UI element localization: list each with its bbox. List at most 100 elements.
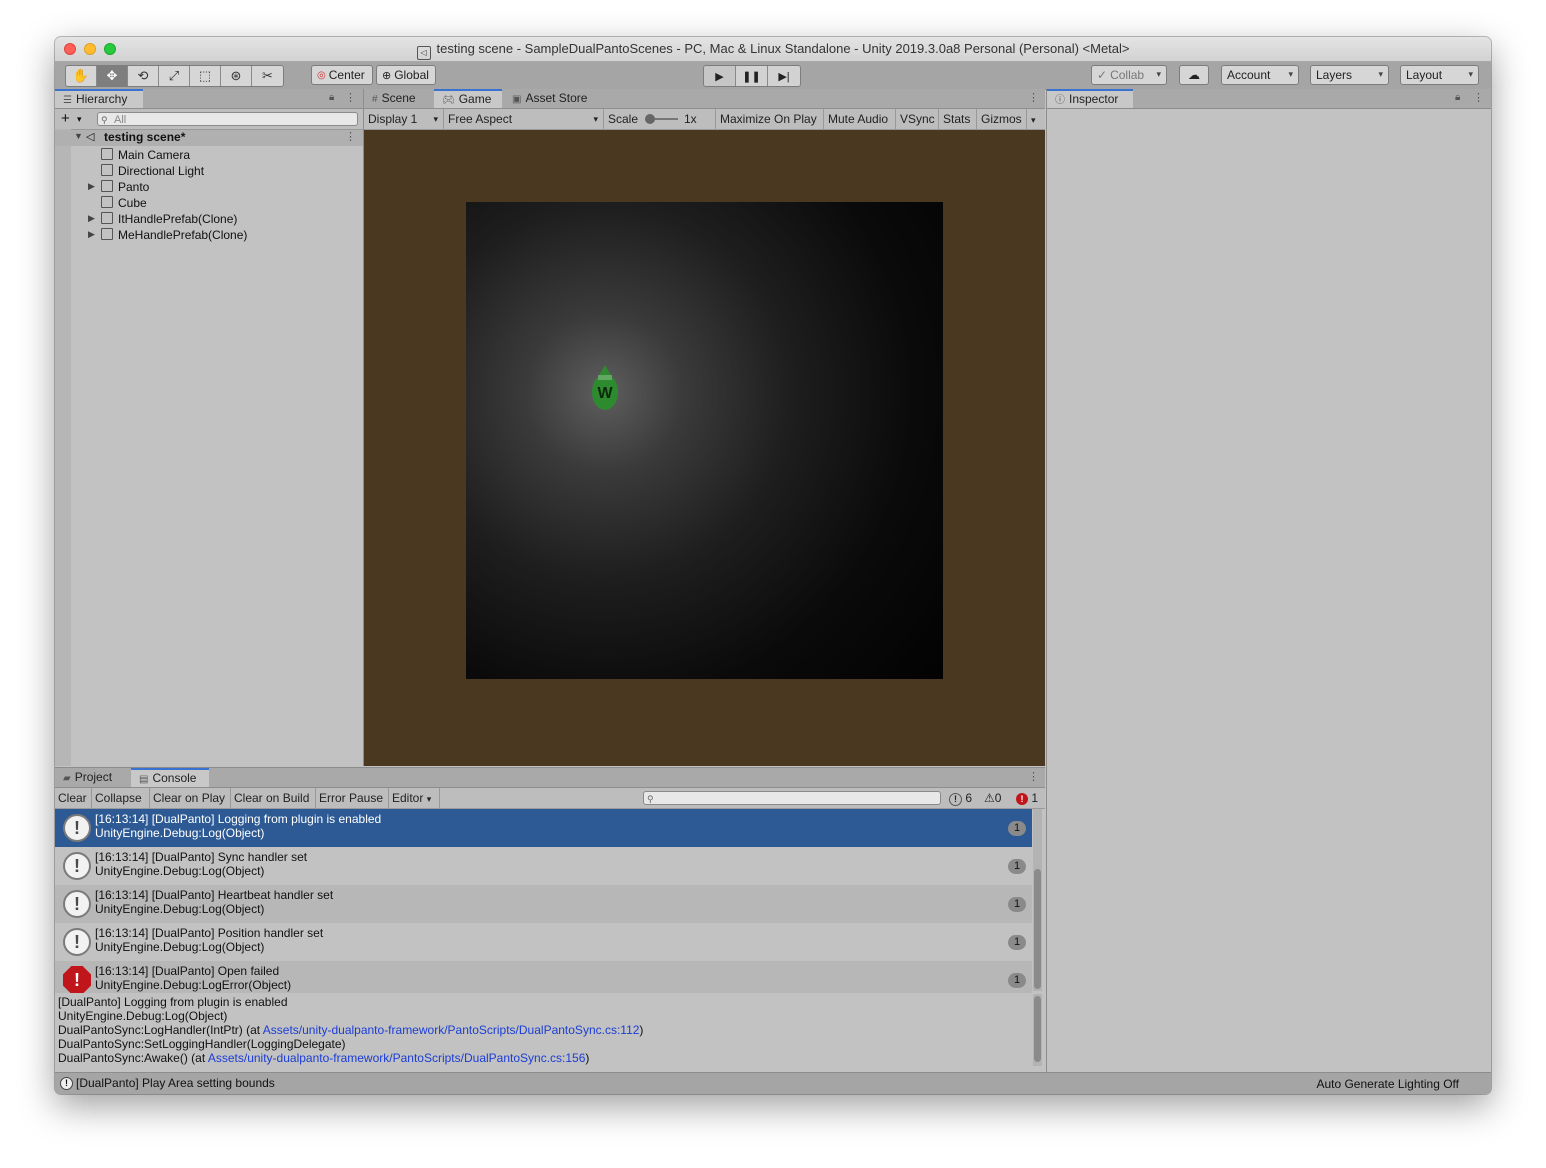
panel-menu-icon[interactable]: ⋮	[1028, 91, 1039, 104]
rotate-tool-icon[interactable]: ⟲	[128, 66, 159, 86]
custom-tool-icon[interactable]: ✂	[252, 66, 283, 86]
collapse-button[interactable]: Collapse	[92, 788, 150, 808]
mute-audio-toggle[interactable]: Mute Audio	[824, 109, 896, 129]
console-entry[interactable]: ! [16:13:14] [DualPanto] Logging from pl…	[55, 809, 1032, 847]
expand-triangle-icon[interactable]: ▶	[88, 181, 95, 192]
tab-game[interactable]: 🎮︎ Game	[434, 89, 502, 108]
minimize-window-button[interactable]	[84, 43, 96, 55]
move-tool-icon[interactable]: ✥	[97, 66, 128, 86]
scrollbar-thumb[interactable]	[1034, 869, 1041, 989]
clear-button[interactable]: Clear	[55, 788, 92, 808]
play-button[interactable]: ▶	[704, 66, 736, 86]
space-toggle[interactable]: ⊕ Global	[376, 65, 436, 85]
console-entry[interactable]: ! [16:13:14] [DualPanto] Sync handler se…	[55, 847, 1032, 885]
layout-dropdown[interactable]: Layout ▾	[1400, 65, 1479, 85]
maximize-on-play-toggle[interactable]: Maximize On Play	[716, 109, 824, 129]
hierarchy-item[interactable]: Directional Light	[101, 163, 204, 179]
layers-dropdown[interactable]: Layers ▾	[1310, 65, 1389, 85]
zoom-window-button[interactable]	[104, 43, 116, 55]
expand-triangle-icon[interactable]: ▶	[88, 229, 95, 240]
cloud-button[interactable]: ☁	[1179, 65, 1209, 85]
hand-tool-icon[interactable]: ✋	[66, 66, 97, 86]
gizmos-dropdown[interactable]: ▾	[1027, 109, 1045, 129]
pivot-label: Center	[328, 68, 365, 82]
scene-row[interactable]: ▼ ◁ testing scene* ⋮	[55, 130, 363, 146]
log-count: 6	[965, 791, 973, 805]
create-add-icon[interactable]: +	[61, 109, 70, 128]
pivot-toggle[interactable]: ◎ Center	[311, 65, 373, 85]
panel-menu-icon[interactable]: ⋮	[345, 91, 356, 104]
error-pause-button[interactable]: Error Pause	[316, 788, 389, 808]
error-count-toggle[interactable]: ! 1	[1016, 790, 1038, 806]
pause-button[interactable]: ❚❚	[736, 66, 768, 86]
chevron-down-icon[interactable]: ▾	[77, 109, 82, 129]
source-link[interactable]: Assets/unity-dualpanto-framework/PantoSc…	[263, 1023, 640, 1037]
console-list-scrollbar[interactable]	[1033, 809, 1042, 991]
warning-count-toggle[interactable]: ⚠0	[984, 790, 1001, 806]
stats-toggle[interactable]: Stats	[939, 109, 977, 129]
scene-menu-icon[interactable]: ⋮	[345, 130, 356, 143]
expand-triangle-icon[interactable]: ▶	[88, 213, 95, 224]
hierarchy-search-input[interactable]: ⚲ All	[97, 112, 358, 126]
transform-tool-icon[interactable]: ⊛	[221, 66, 252, 86]
gamepad-icon: 🎮︎	[442, 95, 455, 106]
collab-dropdown[interactable]: ✓ Collab ▾	[1091, 65, 1167, 85]
game-viewport[interactable]: W	[364, 130, 1045, 766]
close-window-button[interactable]	[64, 43, 76, 55]
account-dropdown[interactable]: Account ▾	[1221, 65, 1299, 85]
scale-slider-thumb[interactable]	[645, 114, 655, 124]
panel-menu-icon[interactable]: ⋮	[1028, 770, 1039, 783]
status-message[interactable]: [DualPanto] Play Area setting bounds	[76, 1073, 275, 1093]
hierarchy-item[interactable]: ItHandlePrefab(Clone)	[101, 211, 237, 227]
expand-triangle-icon[interactable]: ▼	[74, 131, 83, 141]
hierarchy-item-label: ItHandlePrefab(Clone)	[118, 212, 238, 226]
vsync-toggle[interactable]: VSync	[896, 109, 939, 129]
detail-text: )	[639, 1023, 644, 1037]
console-entry[interactable]: ! [16:13:14] [DualPanto] Heartbeat handl…	[55, 885, 1032, 923]
entry-message: [16:13:14] [DualPanto] Heartbeat handler…	[95, 888, 334, 902]
hierarchy-item[interactable]: Panto	[101, 179, 149, 195]
console-search-input[interactable]: ⚲	[643, 791, 941, 805]
hierarchy-item[interactable]: Cube	[101, 195, 147, 211]
tab-hierarchy[interactable]: ☰ Hierarchy	[55, 89, 143, 108]
scale-tool-icon[interactable]: ⤢	[159, 66, 190, 86]
tab-project[interactable]: ▰ Project	[55, 768, 129, 787]
scale-slider[interactable]: Scale 1x	[604, 109, 716, 129]
scale-value: 1x	[684, 112, 697, 126]
hierarchy-item-label: Directional Light	[118, 164, 205, 178]
console-toolbar: Clear Collapse Clear on Play Clear on Bu…	[55, 788, 1045, 809]
search-placeholder: All	[114, 114, 127, 126]
lock-icon[interactable]: 🔒︎	[329, 92, 334, 103]
editor-dropdown[interactable]: Editor ▾	[389, 788, 440, 808]
tab-console-label: Console	[152, 771, 197, 785]
hierarchy-item[interactable]: Main Camera	[101, 147, 190, 163]
console-detail-scrollbar[interactable]	[1033, 994, 1042, 1066]
tab-scene[interactable]: # Scene	[364, 89, 434, 108]
tab-asset-store[interactable]: ▣ Asset Store	[504, 89, 600, 108]
step-button[interactable]: ▶|	[768, 66, 800, 86]
panel-menu-icon[interactable]: ⋮	[1473, 91, 1484, 104]
gameobject-cube-icon	[101, 228, 113, 240]
console-entry[interactable]: ! [16:13:14] [DualPanto] Position handle…	[55, 923, 1032, 961]
hierarchy-item[interactable]: MeHandlePrefab(Clone)	[101, 227, 247, 243]
scene-name: testing scene*	[104, 130, 186, 144]
scale-label: Scale	[608, 112, 639, 126]
clear-on-play-button[interactable]: Clear on Play	[150, 788, 231, 808]
scrollbar-thumb[interactable]	[1034, 996, 1041, 1062]
info-circle-icon: !	[60, 1077, 73, 1090]
editor-label: Editor	[392, 791, 424, 805]
rect-tool-icon[interactable]: ⬚	[190, 66, 221, 86]
entry-count-badge: 1	[1008, 935, 1026, 950]
log-count-toggle[interactable]: ! 6	[949, 790, 972, 806]
auto-lighting-status[interactable]: Auto Generate Lighting Off	[1316, 1074, 1459, 1094]
display-dropdown[interactable]: Display 1 ▾	[364, 109, 444, 129]
tab-console[interactable]: ▤ Console	[131, 768, 209, 787]
tab-inspector[interactable]: ⓘ Inspector	[1047, 89, 1133, 108]
entry-source: UnityEngine.Debug:Log(Object)	[95, 902, 265, 916]
aspect-dropdown[interactable]: Free Aspect ▾	[444, 109, 604, 129]
clear-on-build-button[interactable]: Clear on Build	[231, 788, 316, 808]
gizmos-toggle[interactable]: Gizmos	[977, 109, 1027, 129]
source-link[interactable]: Assets/unity-dualpanto-framework/PantoSc…	[208, 1051, 586, 1065]
chevron-down-icon: ▾	[1031, 115, 1036, 125]
lock-icon[interactable]: 🔒︎	[1455, 92, 1460, 103]
